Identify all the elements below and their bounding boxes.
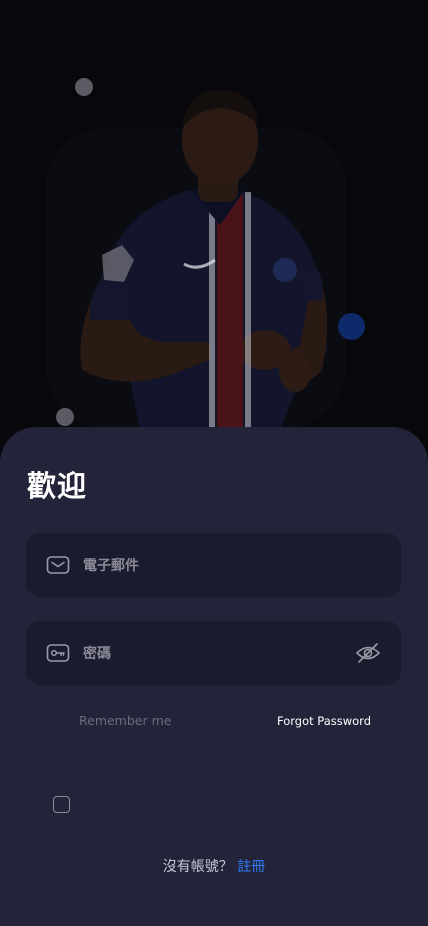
- email-input[interactable]: [81, 533, 355, 599]
- hero-player-image: [80, 90, 328, 430]
- signup-prompt: 沒有帳號？ 註冊: [0, 856, 428, 876]
- key-icon: [46, 644, 70, 662]
- signup-link[interactable]: 註冊: [237, 859, 265, 875]
- mail-icon: [46, 556, 70, 574]
- hero-section: [0, 0, 428, 460]
- page-title: 歡迎: [27, 469, 88, 503]
- password-input[interactable]: [81, 621, 355, 687]
- forgot-password-link[interactable]: Forgot Password: [277, 714, 371, 728]
- remember-me-checkbox[interactable]: [53, 796, 70, 813]
- email-field[interactable]: [26, 533, 401, 599]
- eye-off-icon[interactable]: [355, 641, 381, 665]
- login-sheet: 歡迎 Remember me Forgot Password: [0, 427, 428, 926]
- login-screen: 歡迎 Remember me Forgot Password: [0, 0, 428, 926]
- no-account-text: 沒有帳號？: [162, 859, 233, 875]
- remember-me-label: Remember me: [79, 713, 172, 728]
- password-field[interactable]: [26, 621, 401, 687]
